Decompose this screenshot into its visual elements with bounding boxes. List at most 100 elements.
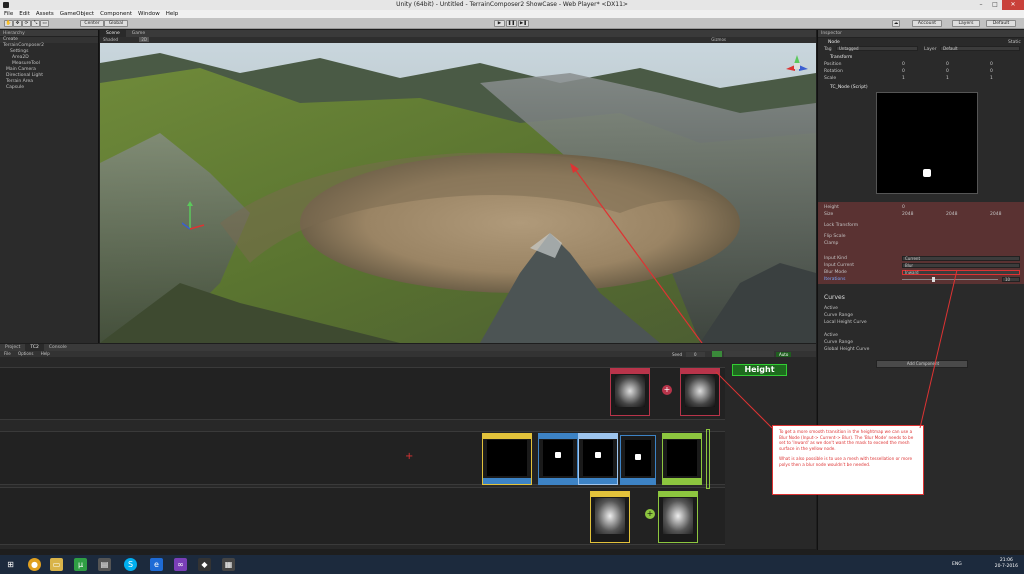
height-node-right[interactable] [680,368,720,416]
minimize-button[interactable]: – [974,0,988,10]
2d-toggle[interactable]: 2D [139,37,149,42]
yellow-texture-node[interactable] [590,491,630,543]
pause-button-icon[interactable]: ❚❚ [506,20,517,27]
tab-scene[interactable]: Scene [100,30,126,37]
tc2-options-menu[interactable]: Options [18,351,33,356]
height-output-label: Height [732,364,787,376]
menu-help[interactable]: Help [166,10,179,18]
iterations-slider[interactable] [902,277,998,282]
size-y[interactable]: 2048 [946,212,957,217]
position-y[interactable]: 0 [946,62,949,67]
file-explorer-icon[interactable]: ▭ [50,558,63,571]
menu-gameobject[interactable]: GameObject [60,10,94,18]
green-mask-node[interactable] [662,433,702,485]
scale-x[interactable]: 1 [902,76,905,81]
layout-dropdown[interactable]: Default [986,20,1016,27]
input-current-dropdown[interactable]: Blur [902,263,1020,268]
rotation-x[interactable]: 0 [902,69,905,74]
scale-tool-icon[interactable]: ⤡ [31,20,40,27]
hierarchy-tab[interactable]: Hierarchy [0,30,98,37]
tab-project[interactable]: Project [0,344,25,351]
size-x[interactable]: 2048 [902,212,913,217]
height-value[interactable]: 0 [902,205,905,210]
object-name-field[interactable]: Node [828,40,840,45]
local-height-curve[interactable]: Local Height Curve [824,320,867,325]
terrain-viewport[interactable] [100,43,816,343]
maximize-button[interactable]: □ [988,0,1002,10]
height-node-left[interactable] [610,368,650,416]
cloud-icon[interactable]: ☁ [892,20,900,27]
tab-console[interactable]: Console [44,344,72,351]
layers-dropdown[interactable]: Layers [952,20,980,27]
menu-assets[interactable]: Assets [36,10,54,18]
layer-dropdown[interactable]: Default [940,46,1020,51]
iterations-value[interactable]: 10 [1002,277,1020,282]
account-dropdown[interactable]: Account [912,20,942,27]
app-icon[interactable]: ▤ [98,558,111,571]
position-x[interactable]: 0 [902,62,905,67]
seed-field[interactable]: 0 [686,352,705,357]
menu-file[interactable]: File [4,10,13,18]
curves-active-2[interactable]: Active [824,333,838,338]
inspector-tab[interactable]: Inspector [818,30,1024,38]
rotation-y[interactable]: 0 [946,69,949,74]
green-texture-node[interactable] [658,491,698,543]
script-header[interactable]: TC_Node (Script) [830,85,868,90]
rect-tool-icon[interactable]: ▭ [40,20,49,27]
taskbar-clock[interactable]: 21:06 20-7-2016 [995,558,1018,570]
blue-node-3[interactable] [620,435,656,485]
visual-studio-icon[interactable]: ∞ [174,558,187,571]
tc2-help-menu[interactable]: Help [41,351,50,356]
internet-explorer-icon[interactable]: e [150,558,163,571]
menu-edit[interactable]: Edit [19,10,30,18]
hierarchy-item[interactable]: Capsule [0,85,98,91]
add-node-icon-green[interactable]: + [645,509,655,519]
curve-range-2[interactable]: Curve Range [824,340,853,345]
unity-icon[interactable]: ◆ [198,558,211,571]
move-tool-icon[interactable]: ✥ [13,20,22,27]
curve-range-1[interactable]: Curve Range [824,313,853,318]
menu-component[interactable]: Component [100,10,132,18]
generate-button[interactable] [712,351,722,357]
tc2-file-menu[interactable]: File [4,351,11,356]
input-kind-dropdown[interactable]: Current [902,256,1020,261]
rotation-z[interactable]: 0 [990,69,993,74]
size-z[interactable]: 2048 [990,212,1001,217]
scale-y[interactable]: 1 [946,76,949,81]
yellow-mask-node[interactable] [482,433,532,485]
tag-dropdown[interactable]: Untagged [836,46,918,51]
menu-window[interactable]: Window [138,10,160,18]
blur-node-selected[interactable] [578,433,618,485]
static-toggle[interactable]: Static [1008,40,1021,45]
clamp-label[interactable]: Clamp [824,241,838,246]
blur-mode-dropdown[interactable]: Inward [902,270,1020,275]
tab-tc2[interactable]: TC2 [25,344,44,351]
tab-game[interactable]: Game [126,30,151,37]
auto-generate-toggle[interactable]: Auto [776,352,792,357]
rotate-tool-icon[interactable]: ⟳ [22,20,31,27]
add-component-button[interactable]: Add Component [876,360,968,368]
windows-start-icon[interactable]: ⊞ [4,558,17,571]
language-indicator[interactable]: ENG [952,562,962,567]
space-toggle[interactable]: Global [104,20,128,27]
add-node-icon[interactable]: + [662,385,672,395]
close-button[interactable]: ✕ [1002,0,1024,10]
position-z[interactable]: 0 [990,62,993,67]
lock-transform-label[interactable]: Lock Transform [824,223,858,228]
utorrent-icon[interactable]: µ [74,558,87,571]
step-button-icon[interactable]: ▶❚ [518,20,529,27]
chrome-icon[interactable]: ● [28,558,41,571]
taskbar-app-icon[interactable]: ▦ [222,558,235,571]
pivot-toggle[interactable]: Center [80,20,104,27]
shading-dropdown[interactable]: Shaded [103,37,118,42]
blue-node-1[interactable] [538,433,578,485]
hand-tool-icon[interactable]: ✋ [4,20,13,27]
skype-icon[interactable]: S [124,558,137,571]
play-button-icon[interactable]: ▶ [494,20,505,27]
scale-z[interactable]: 1 [990,76,993,81]
transform-header[interactable]: Transform [830,55,852,60]
tc2-toolbar-buttons[interactable] [724,351,774,357]
global-height-curve[interactable]: Global Height Curve [824,347,869,352]
flip-scale-label[interactable]: Flip Scale [824,234,845,239]
curves-active-1[interactable]: Active [824,306,838,311]
